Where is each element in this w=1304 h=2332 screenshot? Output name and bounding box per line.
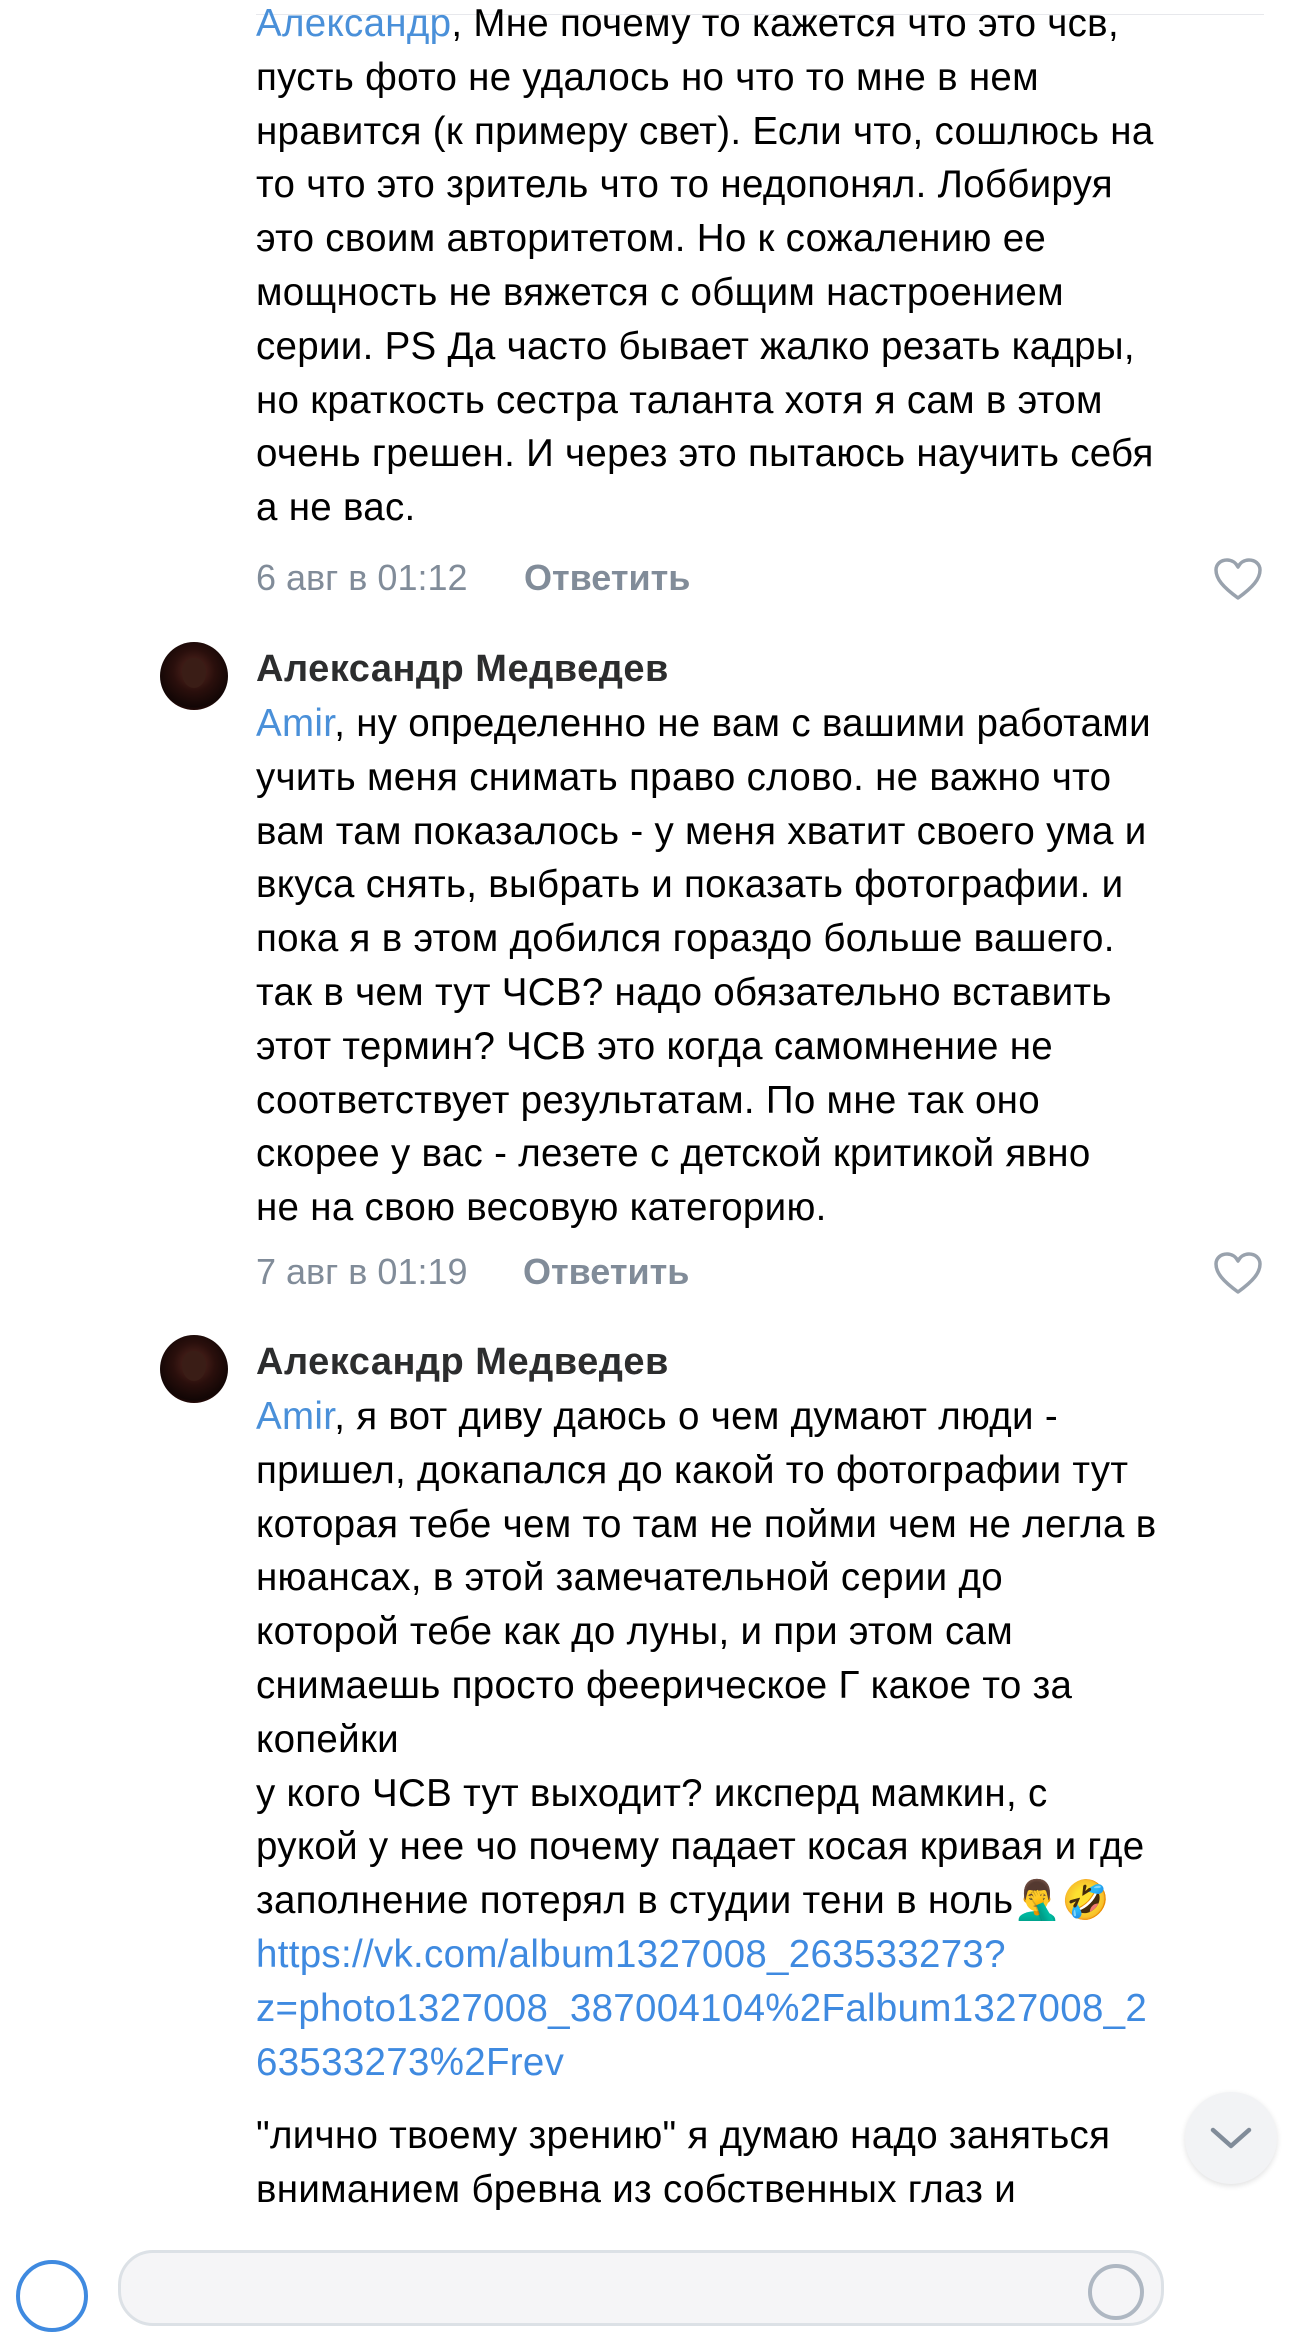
comment-text: Александр, Мне почему то кажется что это…: [256, 2, 1154, 530]
heart-outline-icon[interactable]: [1213, 1251, 1263, 1295]
avatar[interactable]: [160, 642, 228, 710]
scroll-down-button[interactable]: [1185, 2092, 1277, 2184]
comment-author[interactable]: Александр Медведев: [256, 644, 669, 694]
comment-date: 6 авг в 01:12: [256, 557, 468, 598]
photo-link[interactable]: z=photo1327008_387004104%2Falbum1327008_…: [256, 1982, 1266, 2036]
comment-text: Amir, ну определенно не вам с вашими раб…: [256, 702, 1151, 1230]
chevron-down-icon: [1210, 2127, 1252, 2149]
heart-outline-icon[interactable]: [1213, 557, 1263, 601]
photo-link[interactable]: https://vk.com/album1327008_263533273?: [256, 1928, 1266, 1982]
reply-button[interactable]: Ответить: [524, 553, 690, 603]
emoji-icon[interactable]: [1088, 2264, 1144, 2320]
avatar[interactable]: [160, 1335, 228, 1403]
photo-link[interactable]: 63533273%2Frev: [256, 2036, 1266, 2090]
comment-input[interactable]: [118, 2250, 1164, 2326]
mention-link[interactable]: Amir: [256, 702, 334, 745]
comment-author[interactable]: Александр Медведев: [256, 1337, 669, 1387]
attach-icon[interactable]: [16, 2260, 88, 2332]
comment-date: 7 авг в 01:19: [256, 1251, 468, 1292]
mention-link[interactable]: Александр: [256, 2, 451, 45]
reply-button[interactable]: Ответить: [523, 1247, 689, 1297]
mention-link[interactable]: Amir: [256, 1395, 334, 1438]
comment-text: Amir, я вот диву даюсь о чем думают люди…: [256, 1390, 1266, 2217]
